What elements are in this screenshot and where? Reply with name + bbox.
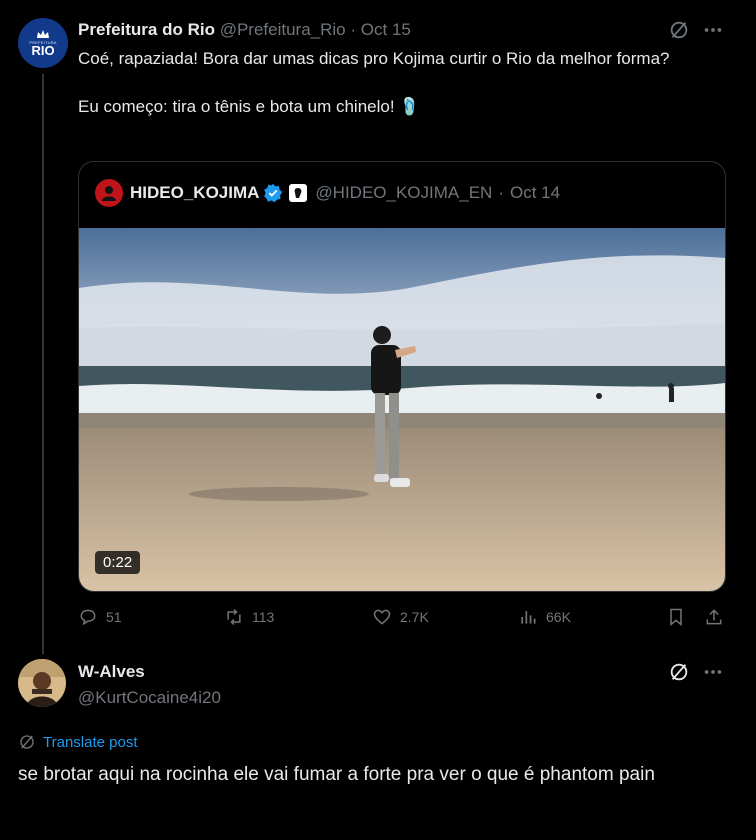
like-count: 2.7K bbox=[400, 609, 429, 625]
like-icon bbox=[373, 609, 391, 625]
reply-icon bbox=[80, 609, 96, 626]
crest-icon bbox=[37, 30, 49, 38]
reply-avatar[interactable] bbox=[18, 659, 66, 707]
quote-avatar[interactable] bbox=[95, 179, 123, 207]
video-thumbnail[interactable] bbox=[79, 228, 725, 591]
translate-post-button[interactable]: Translate post bbox=[18, 733, 138, 751]
person-icon bbox=[102, 186, 116, 201]
like-button[interactable]: 2.7K bbox=[372, 607, 429, 627]
reply-author-name[interactable]: W-Alves bbox=[78, 662, 145, 682]
separator: · bbox=[498, 183, 504, 202]
avatar-text: RIO bbox=[31, 43, 55, 58]
repost-icon bbox=[227, 608, 241, 626]
verified-badge-icon bbox=[264, 183, 283, 203]
bookmark-button[interactable] bbox=[666, 607, 694, 627]
repost-count: 113 bbox=[252, 609, 275, 625]
bookmark-icon bbox=[670, 608, 682, 627]
avatar[interactable]: PREFEITURA RIO bbox=[18, 18, 68, 68]
share-icon bbox=[706, 609, 722, 625]
quote-date[interactable]: Oct 14 bbox=[510, 183, 560, 203]
share-button[interactable] bbox=[704, 607, 732, 627]
quote-header: HIDEO_KOJIMA @HIDEO_KOJIMA_EN · Oct 14 bbox=[95, 179, 560, 207]
grok-icon[interactable] bbox=[668, 661, 690, 683]
repost-button[interactable]: 113 bbox=[224, 607, 274, 627]
author-name[interactable]: Prefeitura do Rio bbox=[78, 20, 215, 39]
separator: · bbox=[350, 20, 357, 39]
avatar-photo bbox=[18, 659, 66, 707]
reply-button[interactable]: 51 bbox=[78, 607, 122, 627]
action-bar: 51 113 2.7K 66K bbox=[78, 607, 728, 631]
affiliate-badge-icon bbox=[289, 184, 308, 202]
reply-text: se brotar aqui na rocinha ele vai fumar … bbox=[18, 764, 655, 785]
grok-icon[interactable] bbox=[668, 19, 690, 41]
quote-handle[interactable]: @HIDEO_KOJIMA_EN bbox=[315, 183, 492, 203]
quote-author-name[interactable]: HIDEO_KOJIMA bbox=[130, 183, 259, 203]
post-text: Coé, rapaziada! Bora dar umas dicas pro … bbox=[78, 47, 718, 119]
thread-line bbox=[42, 74, 44, 654]
post-text-line2: Eu começo: tira o tênis e bota um chinel… bbox=[78, 97, 421, 116]
globe-icon bbox=[20, 735, 34, 749]
post-header: Prefeitura do Rio @Prefeitura_Rio · Oct … bbox=[78, 20, 411, 40]
views-icon bbox=[521, 611, 536, 624]
more-icon[interactable] bbox=[702, 661, 724, 683]
quoted-post[interactable]: HIDEO_KOJIMA @HIDEO_KOJIMA_EN · Oct 14 0… bbox=[78, 161, 726, 592]
reply-author-handle[interactable]: @KurtCocaine4i20 bbox=[78, 688, 221, 708]
post-date[interactable]: Oct 15 bbox=[361, 20, 411, 39]
views-button[interactable]: 66K bbox=[518, 607, 571, 627]
translate-label: Translate post bbox=[43, 733, 138, 751]
views-count: 66K bbox=[546, 609, 571, 625]
more-icon[interactable] bbox=[702, 19, 724, 41]
author-handle[interactable]: @Prefeitura_Rio bbox=[220, 20, 346, 39]
post-text-line1: Coé, rapaziada! Bora dar umas dicas pro … bbox=[78, 49, 670, 68]
video-duration: 0:22 bbox=[95, 551, 141, 574]
reply-count: 51 bbox=[106, 609, 122, 625]
